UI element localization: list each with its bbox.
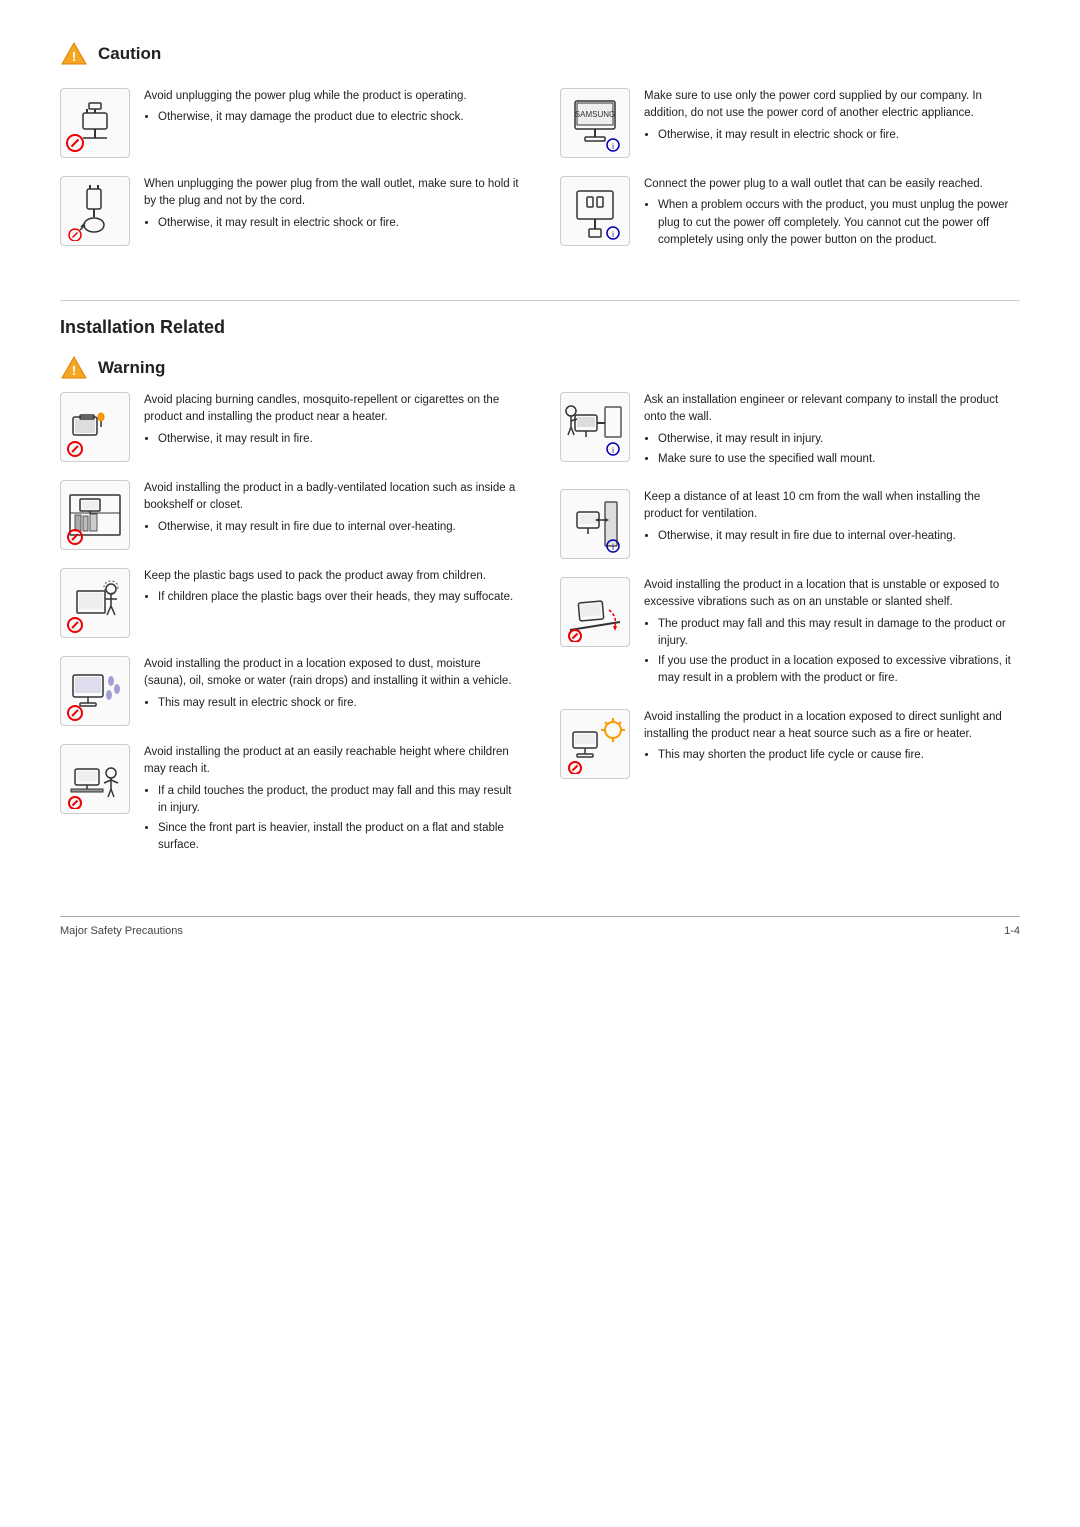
warning-header: ! Warning [60, 354, 1020, 382]
warning-icon-3 [60, 568, 130, 638]
caution-text-1: Avoid unplugging the power plug while th… [144, 88, 520, 130]
caution-text-3: Make sure to use only the power cord sup… [644, 88, 1020, 147]
warning-text-r2: Keep a distance of at least 10 cm from t… [644, 489, 1020, 548]
warning-icon-r1: i [560, 392, 630, 462]
warning-icon: ! [60, 354, 88, 382]
warning-icon-r4 [560, 709, 630, 779]
warning-icon-4 [60, 656, 130, 726]
caution-icon-4: i [560, 176, 630, 246]
caution-item-3: SAMSUNG i Make sure to use only the powe… [560, 88, 1020, 158]
caution-left-col: Avoid unplugging the power plug while th… [60, 88, 520, 270]
footer-right: 1-4 [1004, 925, 1020, 937]
svg-text:i: i [612, 230, 614, 239]
caution-icon: ! [60, 40, 88, 68]
footer-left: Major Safety Precautions [60, 925, 183, 937]
caution-right-col: SAMSUNG i Make sure to use only the powe… [560, 88, 1020, 270]
caution-text-2: When unplugging the power plug from the … [144, 176, 520, 235]
warning-icon-1 [60, 392, 130, 462]
installation-title: Installation Related [60, 317, 1020, 338]
warning-text-5: Avoid installing the product at an easil… [144, 744, 520, 858]
warning-title: Warning [98, 358, 165, 378]
warning-item-5: Avoid installing the product at an easil… [60, 744, 520, 858]
warning-text-4: Avoid installing the product in a locati… [144, 656, 520, 715]
warning-icon-r2: i [560, 489, 630, 559]
warning-text-1: Avoid placing burning candles, mosquito-… [144, 392, 520, 451]
warning-text-r3: Avoid installing the product in a locati… [644, 577, 1020, 691]
caution-item-2: When unplugging the power plug from the … [60, 176, 520, 246]
warning-right-col: i Ask an installation engineer or releva… [560, 392, 1020, 876]
caution-item-1: Avoid unplugging the power plug while th… [60, 88, 520, 158]
warning-item-3: Keep the plastic bags used to pack the p… [60, 568, 520, 638]
warning-item-4: Avoid installing the product in a locati… [60, 656, 520, 726]
warning-columns: Avoid placing burning candles, mosquito-… [60, 392, 1020, 876]
caution-section: ! Caution [60, 40, 1020, 270]
caution-item-4: i Connect the power plug to a wall outle… [560, 176, 1020, 252]
warning-icon-5 [60, 744, 130, 814]
svg-text:!: ! [72, 363, 76, 378]
warning-left-col: Avoid placing burning candles, mosquito-… [60, 392, 520, 876]
caution-header: ! Caution [60, 40, 1020, 68]
svg-text:i: i [612, 142, 614, 151]
warning-item-r1: i Ask an installation engineer or releva… [560, 392, 1020, 471]
warning-icon-2 [60, 480, 130, 550]
svg-text:!: ! [72, 49, 76, 64]
warning-text-3: Keep the plastic bags used to pack the p… [144, 568, 520, 610]
svg-text:i: i [612, 543, 614, 552]
caution-columns: Avoid unplugging the power plug while th… [60, 88, 1020, 270]
warning-item-r3: Avoid installing the product in a locati… [560, 577, 1020, 691]
caution-icon-1 [60, 88, 130, 158]
warning-text-2: Avoid installing the product in a badly-… [144, 480, 520, 539]
warning-text-r4: Avoid installing the product in a locati… [644, 709, 1020, 768]
page-content: ! Caution [60, 40, 1020, 937]
warning-icon-r3 [560, 577, 630, 647]
caution-text-4: Connect the power plug to a wall outlet … [644, 176, 1020, 252]
warning-item-2: Avoid installing the product in a badly-… [60, 480, 520, 550]
warning-item-1: Avoid placing burning candles, mosquito-… [60, 392, 520, 462]
section-divider [60, 300, 1020, 301]
page-footer: Major Safety Precautions 1-4 [60, 916, 1020, 937]
warning-text-r1: Ask an installation engineer or relevant… [644, 392, 1020, 471]
warning-item-r4: Avoid installing the product in a locati… [560, 709, 1020, 779]
caution-icon-3: SAMSUNG i [560, 88, 630, 158]
caution-icon-2 [60, 176, 130, 246]
caution-title: Caution [98, 44, 161, 64]
svg-text:i: i [612, 446, 614, 455]
warning-item-r2: i Keep a distance of at least 10 cm from… [560, 489, 1020, 559]
svg-text:SAMSUNG: SAMSUNG [575, 110, 615, 119]
